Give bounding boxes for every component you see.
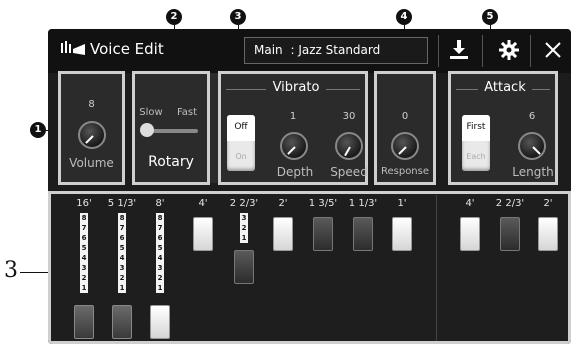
drawbar-divider bbox=[436, 195, 437, 341]
drawbar-footage-label: 2' bbox=[278, 198, 288, 209]
vibrato-toggle-on: On bbox=[235, 152, 247, 161]
volume-value: 8 bbox=[88, 99, 95, 110]
length-knob[interactable] bbox=[518, 132, 546, 160]
title-bar: Voice Edit Main : Jazz Standard bbox=[48, 29, 571, 73]
response-label: Response bbox=[380, 166, 430, 177]
drawbar-handle[interactable] bbox=[460, 217, 480, 251]
drawbar-handle[interactable] bbox=[74, 305, 94, 339]
drawbar-handle[interactable] bbox=[150, 305, 170, 339]
gear-icon[interactable] bbox=[498, 39, 520, 65]
voice-part-label: Main bbox=[254, 43, 283, 57]
separator bbox=[530, 35, 531, 67]
drawbar-handle[interactable] bbox=[500, 217, 520, 251]
drawbar-handle[interactable] bbox=[112, 305, 132, 339]
drawbar-scale: 321 bbox=[240, 213, 248, 243]
organ-voice-icon bbox=[60, 41, 86, 63]
save-icon[interactable] bbox=[448, 39, 470, 65]
response-value: 0 bbox=[401, 111, 409, 122]
rotary-fast-label: Fast bbox=[176, 107, 198, 118]
rotary-switch-handle[interactable] bbox=[140, 123, 154, 137]
separator bbox=[482, 35, 483, 67]
drawbar-scale: 87654321 bbox=[156, 213, 164, 293]
speed-knob[interactable] bbox=[335, 132, 363, 160]
length-label: Length bbox=[512, 165, 554, 179]
attack-rule-right bbox=[532, 89, 550, 90]
drawbar-scale: 87654321 bbox=[118, 213, 126, 293]
drawbar-footage-label: 5 1/3' bbox=[107, 198, 137, 209]
volume-label: Volume bbox=[69, 156, 114, 170]
rotary-slow-label: Slow bbox=[139, 107, 163, 118]
callout-5: 5 bbox=[482, 9, 498, 25]
page-title: Voice Edit bbox=[90, 40, 164, 58]
drawbar-handle[interactable] bbox=[313, 217, 333, 251]
drawbar-footage-label: 2 2/3' bbox=[495, 198, 525, 209]
attack-rule-left bbox=[456, 89, 478, 90]
drawbar-footage-label: 2 2/3' bbox=[229, 198, 259, 209]
vibrato-rule-right bbox=[326, 89, 360, 90]
speed-label: Speed bbox=[330, 165, 368, 179]
drawbar-handle[interactable] bbox=[353, 217, 373, 251]
depth-label: Depth bbox=[276, 165, 314, 179]
drawbar-footage-label: 1 3/5' bbox=[308, 198, 338, 209]
volume-knob[interactable] bbox=[78, 121, 106, 149]
depth-value: 1 bbox=[289, 111, 297, 122]
separator bbox=[438, 35, 439, 67]
drawbar-footage-label: 1 1/3' bbox=[348, 198, 378, 209]
attack-title: Attack bbox=[484, 80, 526, 95]
voice-edit-screen: Voice Edit Main : Jazz Standard 8 Volume… bbox=[48, 29, 571, 344]
drawbar-scale: 87654321 bbox=[80, 213, 88, 293]
voice-selector[interactable]: Main : Jazz Standard bbox=[244, 37, 428, 64]
attack-toggle-first: First bbox=[462, 115, 490, 141]
callout-4: 4 bbox=[396, 9, 412, 25]
drawbar-footage-label: 16' bbox=[76, 198, 92, 209]
callout-2: 2 bbox=[166, 9, 182, 25]
vibrato-toggle-off: Off bbox=[227, 115, 255, 141]
drawbar-footage-label: 8' bbox=[155, 198, 165, 209]
vibrato-toggle[interactable]: Off On bbox=[227, 115, 255, 171]
drawbar-handle[interactable] bbox=[273, 217, 293, 251]
close-icon[interactable] bbox=[544, 41, 562, 63]
drawbar-handle[interactable] bbox=[234, 250, 254, 284]
drawbar-handle[interactable] bbox=[193, 217, 213, 251]
drawbar-footage-label: 4' bbox=[465, 198, 475, 209]
rotary-label: Rotary bbox=[148, 154, 194, 170]
side-callout-label: 3 bbox=[4, 258, 18, 283]
callout-1: 1 bbox=[30, 122, 46, 138]
vibrato-rule-left bbox=[226, 89, 266, 90]
drawbar-footage-label: 1' bbox=[397, 198, 407, 209]
drawbar-handle[interactable] bbox=[538, 217, 558, 251]
response-knob[interactable] bbox=[391, 132, 419, 160]
length-value: 6 bbox=[528, 111, 536, 122]
callout-3: 3 bbox=[230, 9, 246, 25]
drawbar-handle[interactable] bbox=[392, 217, 412, 251]
speed-value: 30 bbox=[342, 111, 356, 122]
depth-knob[interactable] bbox=[280, 132, 308, 160]
vibrato-title: Vibrato bbox=[272, 80, 320, 95]
drawbar-footage-label: 4' bbox=[198, 198, 208, 209]
drawbar-footage-label: 2' bbox=[543, 198, 553, 209]
voice-name-label: : Jazz Standard bbox=[290, 43, 381, 57]
attack-toggle-each: Each bbox=[466, 152, 486, 161]
attack-toggle[interactable]: First Each bbox=[462, 115, 490, 171]
